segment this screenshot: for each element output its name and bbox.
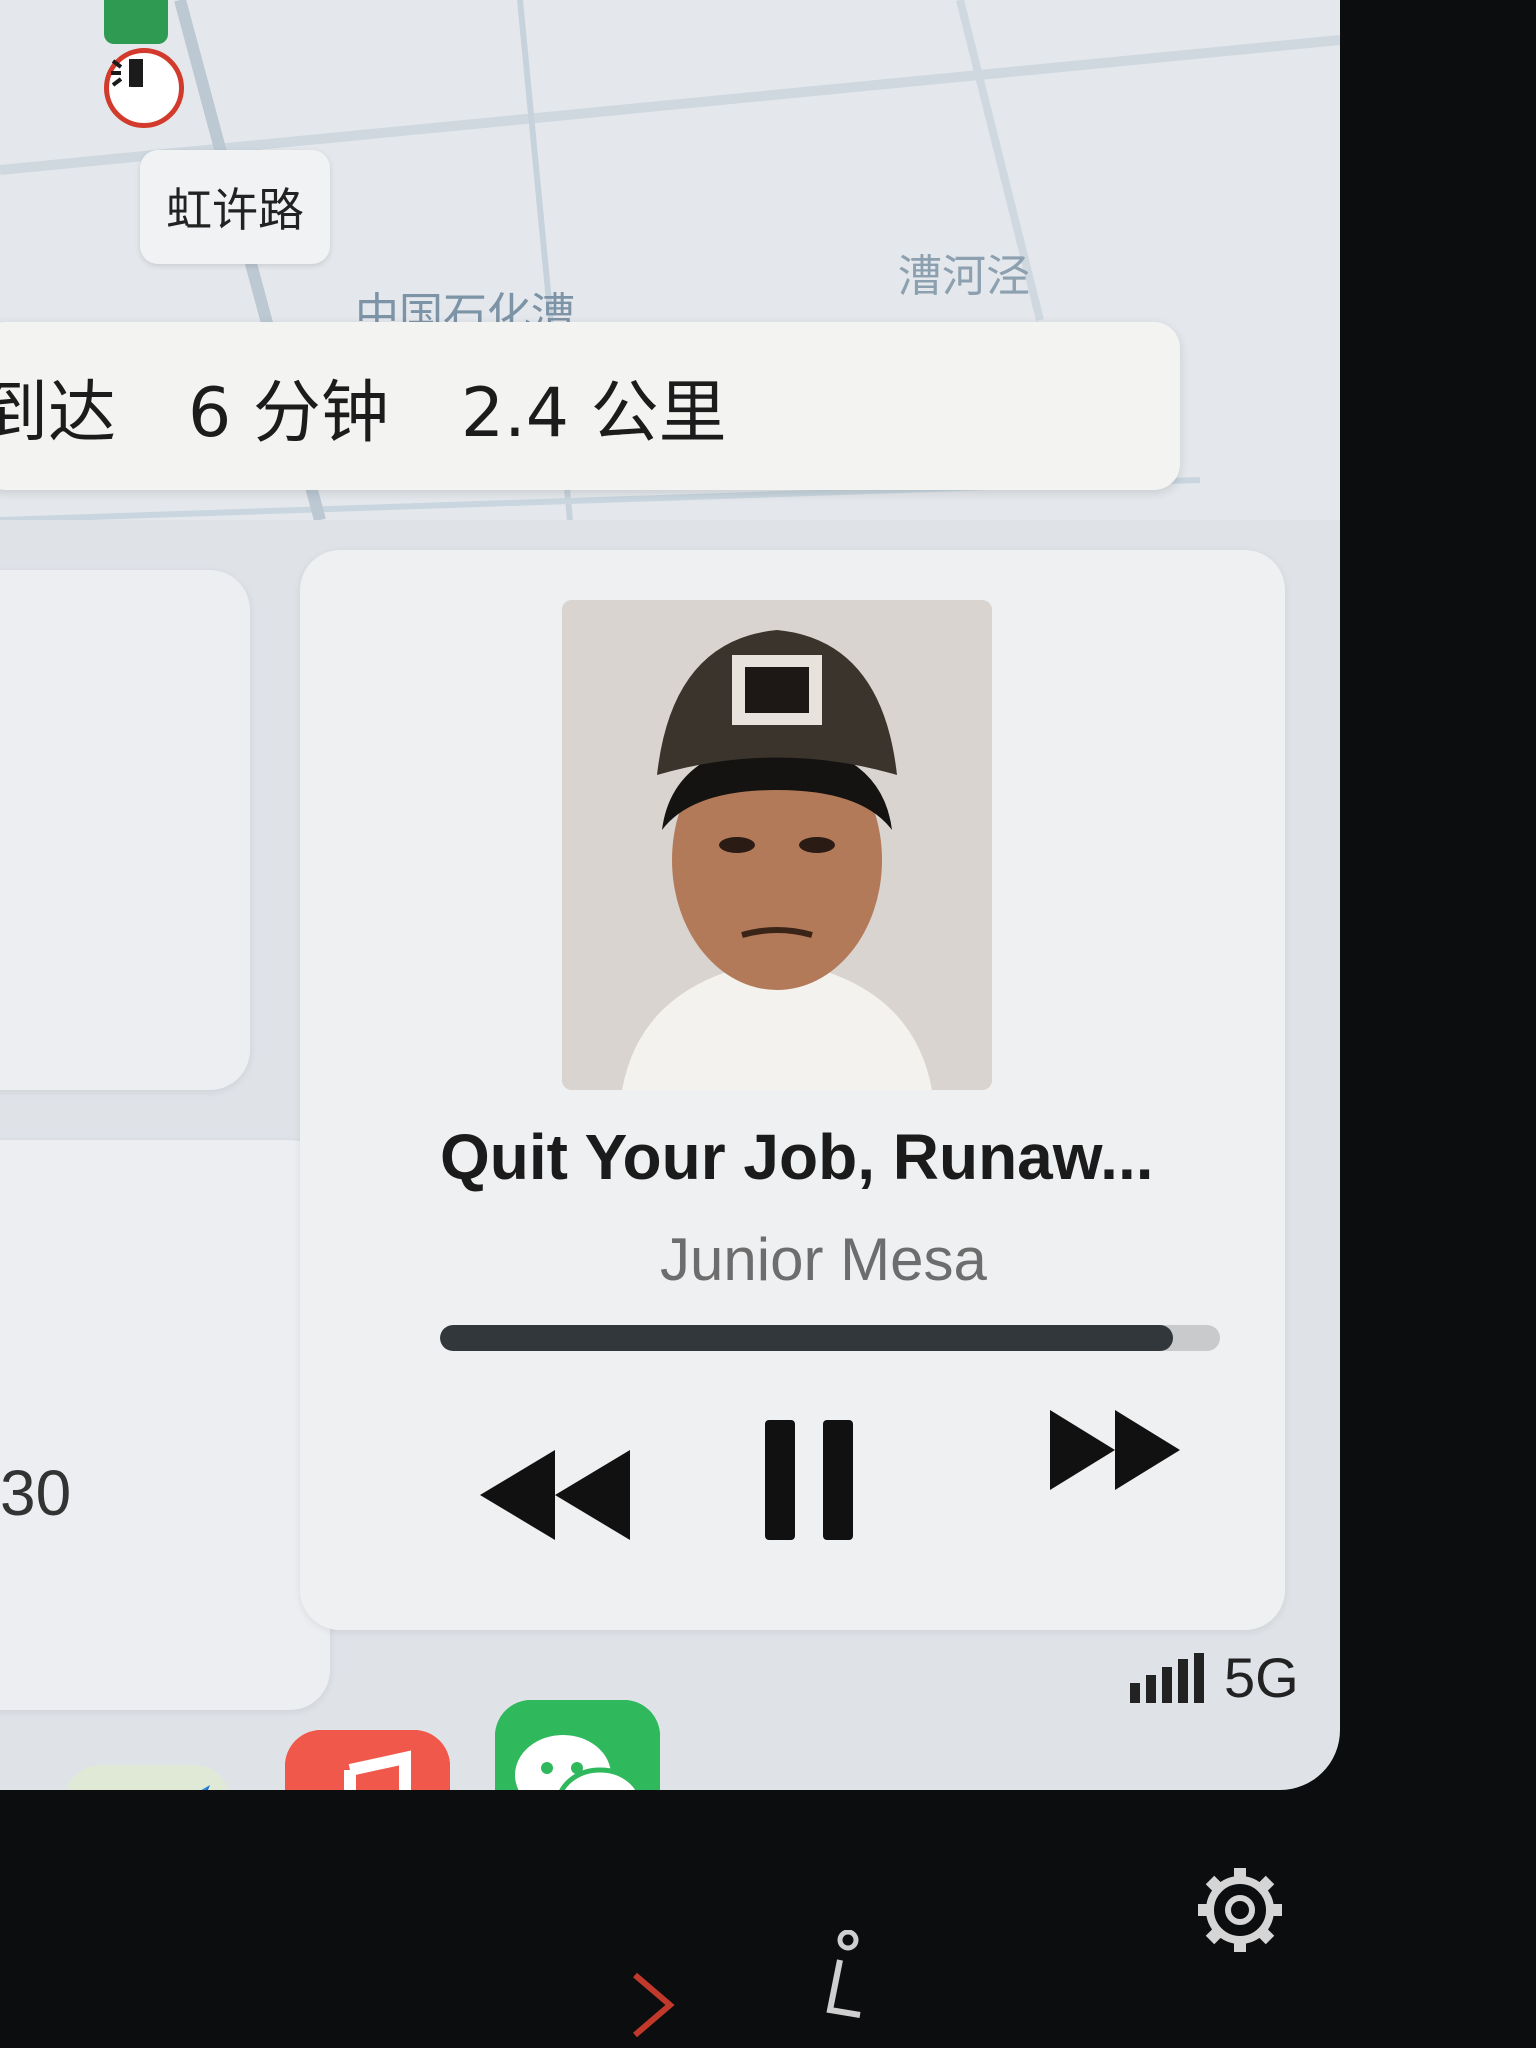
left-widget-top[interactable] xyxy=(0,570,250,1090)
chevron-right-icon[interactable] xyxy=(630,1970,680,2040)
signal-icon xyxy=(1130,1652,1204,1703)
music-icon[interactable] xyxy=(285,1730,450,1790)
eta-distance: 2.4 公里 xyxy=(460,373,727,453)
song-title: Quit Your Job, Runaw... xyxy=(440,1121,1154,1193)
carplay-screen: 虹许路 中国石化漕 漕河泾 到达 6 分钟 2.4 公里 30 Quit You… xyxy=(0,0,1340,1790)
traffic-light-icon xyxy=(104,48,184,128)
vehicle-bar xyxy=(0,1790,1536,2048)
rewind-icon[interactable] xyxy=(480,1450,630,1540)
eta-time: 6 分钟 xyxy=(188,373,389,453)
pause-icon[interactable] xyxy=(765,1420,855,1540)
seat-icon[interactable] xyxy=(800,1930,870,2040)
fast-forward-icon[interactable] xyxy=(1050,1410,1180,1490)
progress-fill xyxy=(440,1325,1174,1351)
left-widget-bottom[interactable]: 30 xyxy=(0,1140,330,1710)
arrive-label: 到达 xyxy=(0,373,117,453)
progress-bar[interactable] xyxy=(440,1325,1220,1351)
playback-controls xyxy=(440,1410,1220,1550)
now-playing-widget[interactable]: Quit Your Job, Runaw... Junior Mesa xyxy=(300,550,1285,1630)
nav-arrow-icon xyxy=(104,0,168,44)
network-label: 5G xyxy=(1224,1646,1299,1709)
gear-icon[interactable] xyxy=(1190,1860,1290,1960)
song-artist: Junior Mesa xyxy=(660,1226,987,1293)
wechat-icon[interactable] xyxy=(495,1700,660,1790)
maps-icon[interactable] xyxy=(65,1765,230,1790)
place-label: 漕河泾 xyxy=(898,251,1030,302)
road-label: 虹许路 xyxy=(140,150,330,264)
eta-bar[interactable]: 到达 6 分钟 2.4 公里 xyxy=(0,322,1180,490)
left-widget-text: 30 xyxy=(0,1457,72,1529)
album-art[interactable] xyxy=(562,600,992,1090)
status-bar: 5G xyxy=(1130,1645,1299,1710)
map-view[interactable]: 虹许路 中国石化漕 漕河泾 到达 6 分钟 2.4 公里 xyxy=(0,0,1340,520)
